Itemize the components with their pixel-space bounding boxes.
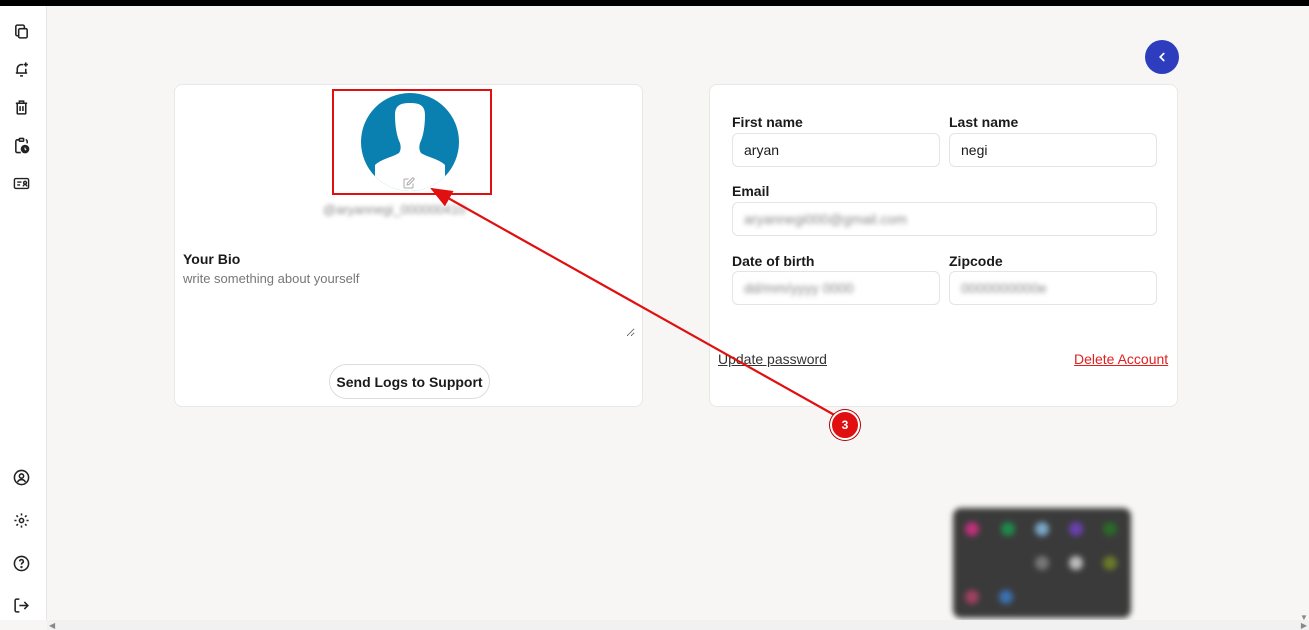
bell-plus-icon[interactable] bbox=[12, 60, 30, 78]
id-card-icon[interactable] bbox=[12, 174, 30, 192]
scroll-down-icon[interactable]: ▼ bbox=[1300, 613, 1308, 622]
zipcode-field[interactable]: 0000000000e bbox=[949, 271, 1157, 305]
trash-icon[interactable] bbox=[12, 98, 30, 116]
collapse-button[interactable] bbox=[1145, 40, 1179, 74]
profile-card: @aryannegi_000000410 Your Bio Send Logs … bbox=[174, 84, 643, 407]
delete-account-link[interactable]: Delete Account bbox=[1074, 351, 1168, 367]
dob-field[interactable]: dd/mm/yyyy 0000 bbox=[732, 271, 940, 305]
email-field[interactable]: aryannegi000@gmail.com bbox=[732, 202, 1157, 236]
help-circle-icon[interactable] bbox=[12, 554, 30, 572]
clipboard-clock-icon[interactable] bbox=[12, 136, 30, 154]
send-logs-button[interactable]: Send Logs to Support bbox=[329, 364, 490, 399]
email-value: aryannegi000@gmail.com bbox=[744, 211, 907, 227]
sidebar bbox=[0, 6, 47, 620]
zipcode-value: 0000000000e bbox=[961, 280, 1047, 296]
logout-icon[interactable] bbox=[12, 596, 30, 614]
zipcode-label: Zipcode bbox=[949, 253, 1003, 269]
edit-avatar-icon[interactable] bbox=[403, 176, 415, 189]
chevron-left-icon bbox=[1159, 52, 1165, 62]
dob-label: Date of birth bbox=[732, 253, 815, 269]
last-name-field[interactable]: negi bbox=[949, 133, 1157, 167]
last-name-label: Last name bbox=[949, 114, 1019, 130]
update-password-link[interactable]: Update password bbox=[718, 351, 827, 367]
email-label: Email bbox=[732, 183, 770, 199]
bio-input[interactable] bbox=[183, 271, 635, 337]
horizontal-scrollbar[interactable]: ◀ ▶ bbox=[47, 620, 1309, 630]
blurred-widget bbox=[953, 508, 1131, 618]
scroll-right-icon[interactable]: ▶ bbox=[1301, 621, 1307, 630]
account-form-card: First name aryan Last name negi Email ar… bbox=[709, 84, 1178, 407]
copy-icon[interactable] bbox=[12, 22, 30, 40]
dob-value: dd/mm/yyyy 0000 bbox=[744, 280, 854, 296]
top-bar bbox=[0, 0, 1309, 6]
username: @aryannegi_000000410 bbox=[323, 202, 466, 217]
first-name-field[interactable]: aryan bbox=[732, 133, 940, 167]
gear-icon[interactable] bbox=[12, 511, 30, 529]
user-circle-icon[interactable] bbox=[12, 468, 30, 486]
annotation-step-badge: 3 bbox=[830, 410, 860, 440]
first-name-label: First name bbox=[732, 114, 803, 130]
scroll-left-icon[interactable]: ◀ bbox=[49, 621, 55, 630]
bio-label: Your Bio bbox=[183, 251, 241, 267]
